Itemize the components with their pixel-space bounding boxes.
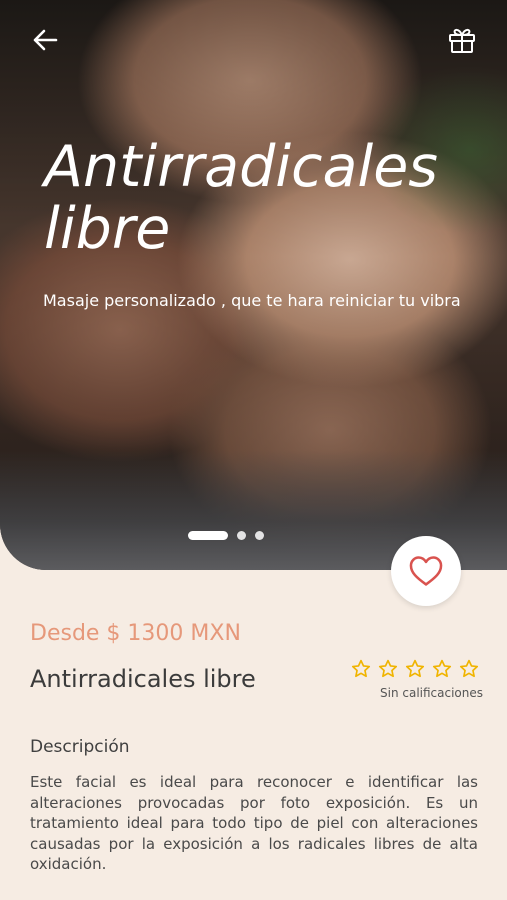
description-text: Este facial es ideal para reconocer e id… xyxy=(30,773,478,873)
favorite-button[interactable] xyxy=(391,536,461,606)
carousel-dot[interactable] xyxy=(255,531,264,540)
star-icon[interactable] xyxy=(431,658,453,680)
star-icon[interactable] xyxy=(458,658,480,680)
gift-button[interactable] xyxy=(444,22,480,58)
gift-icon xyxy=(449,28,475,53)
star-icon[interactable] xyxy=(350,658,372,680)
star-icon[interactable] xyxy=(404,658,426,680)
price-label: Desde $ 1300 MXN xyxy=(30,621,241,646)
carousel-dot-active[interactable] xyxy=(188,531,228,540)
hero-image xyxy=(0,0,507,570)
hero-title: Antirradicales libre xyxy=(44,134,438,262)
arrow-left-icon xyxy=(33,29,58,51)
carousel-dot[interactable] xyxy=(237,531,246,540)
product-name: Antirradicales libre xyxy=(30,665,256,693)
heart-icon xyxy=(409,556,443,586)
carousel-indicator[interactable] xyxy=(188,531,264,540)
rating-stars[interactable] xyxy=(350,658,480,680)
description-heading: Descripción xyxy=(30,737,130,757)
back-button[interactable] xyxy=(27,22,63,58)
hero-subtitle: Masaje personalizado , que te hara reini… xyxy=(43,291,461,310)
star-icon[interactable] xyxy=(377,658,399,680)
rating-label: Sin calificaciones xyxy=(380,686,484,700)
